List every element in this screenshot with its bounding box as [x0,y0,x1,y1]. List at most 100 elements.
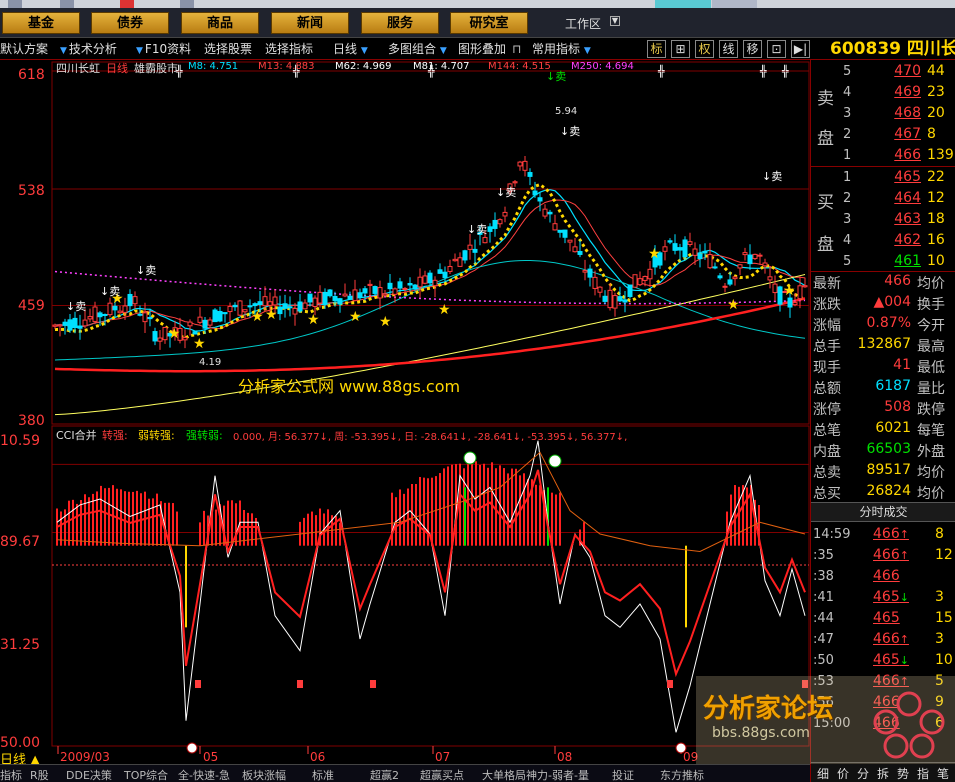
right-tab-3[interactable]: 拆 [877,765,889,782]
f10-menu[interactable]: ▼ F10资料 [136,41,191,57]
candle-body [392,288,398,295]
line-button[interactable]: 线 [719,40,738,58]
nav-service-button[interactable]: 服务 [361,12,439,34]
tech-analysis-menu[interactable]: ▼ 技术分析 [60,41,117,57]
tick-row: :47 466↑ 3 [811,630,955,651]
bottom-tab-11[interactable]: 东方推标 [660,767,704,782]
candle-body [577,251,583,255]
bottom-tab-4[interactable]: 全-快速-急 [178,767,230,782]
play-end-icon[interactable]: ▶| [791,40,810,58]
buy-price: 464 [894,190,921,206]
right-tab-1[interactable]: 价 [837,765,849,782]
app-icon[interactable] [180,0,194,8]
candle-body [732,276,738,280]
bottom-tab-0[interactable]: 指标 [0,767,22,782]
plus-mark: ╬ [759,64,767,78]
bottom-tab-5[interactable]: 板块涨幅 [242,767,286,782]
bottom-tab-3[interactable]: TOP综合 [124,767,168,782]
buy-level-row[interactable]: 3 463 18 [811,210,955,231]
move-button[interactable]: 移 [743,40,762,58]
candle-body [267,301,273,306]
candle-body [347,295,353,300]
workspace-menu[interactable]: 工作区 [565,15,601,32]
window-tab[interactable] [655,0,711,8]
multi-chart-menu[interactable]: 多图组合 ▼ [388,41,449,57]
right-tab-4[interactable]: 势 [897,765,909,782]
bottom-tab-2[interactable]: DDE决策 [66,767,112,782]
select-stock-button[interactable]: 选择股票 [204,41,252,57]
arrow-up-icon: ↑ [899,528,909,541]
stat-value: 26824 [866,483,911,499]
sell-level-row[interactable]: 1 466 139 [811,146,955,167]
bottom-tab-10[interactable]: 投证 [612,767,634,782]
candle-body [597,286,603,293]
common-indicator-menu[interactable]: 常用指标 ▼ [532,41,593,57]
chevron-down-icon[interactable]: ▼ [610,16,620,26]
tick-price: 466↑ [873,631,909,647]
bottom-tab-7[interactable]: 超赢2 [370,767,399,782]
candle-body [512,181,518,184]
candle-body [312,297,318,307]
right-tab-2[interactable]: 分 [857,765,869,782]
right-tab-5[interactable]: 指 [917,765,929,782]
candlesticks[interactable] [52,155,808,350]
ma8-line [54,189,806,332]
watermark-url: bbs.88gs.com [712,725,810,741]
tick-volume: 10 [935,652,953,668]
candle-body [742,252,748,256]
sell-level-row[interactable]: 3 468 20 [811,104,955,125]
candle-body [77,325,83,329]
common-indicator-label: 常用指标 [532,42,581,56]
buy-level-row[interactable]: 4 462 16 [811,231,955,252]
star-icon: ★ [727,297,740,313]
buy-level-row[interactable]: 2 464 12 [811,189,955,210]
candle-body [97,312,103,318]
right-tab-6[interactable]: 笔 [937,765,949,782]
candle-body [522,160,528,171]
rights-button[interactable]: 权 [695,40,714,58]
tick-time: :44 [813,611,834,626]
app-icon[interactable] [8,0,22,8]
lock-icon[interactable]: ⊓ [512,41,521,57]
tick-row: 14:59 466↑ 8 [811,525,955,546]
sell-volume: 139 [927,147,954,163]
right-tab-0[interactable]: 细 [817,765,829,782]
window-icon[interactable]: ⊡ [767,40,786,58]
candle-body [722,285,728,288]
buy-level-row[interactable]: 5 461 10 [811,252,955,273]
kline-period: 日线 [106,62,128,75]
candle-body [702,250,708,254]
stat-label: 总笔 [813,423,841,439]
nav-commodity-button[interactable]: 商品 [181,12,259,34]
bottom-tab-6[interactable]: 标准 [312,767,334,782]
buy-level-row[interactable]: 1 465 22 [811,168,955,189]
nav-news-button[interactable]: 新闻 [271,12,349,34]
bottom-tab-8[interactable]: 超赢买点 [420,767,464,782]
nav-bond-button[interactable]: 债券 [91,12,169,34]
candle-body [517,161,523,167]
sell-level-row[interactable]: 4 469 23 [811,83,955,104]
arrow-up-icon: ↑ [899,633,909,646]
stock-code-title: 600839 四川长 [830,39,955,59]
period-dropdown[interactable]: 日线 ▼ [333,41,370,57]
grid-icon[interactable]: ⊞ [671,40,690,58]
scheme-dropdown[interactable]: 默认方案 [0,41,48,57]
mark-button[interactable]: 标 [647,40,666,58]
top-strip [0,0,955,8]
overlay-menu[interactable]: 图形叠加 [458,41,506,57]
bottom-tab-1[interactable]: R股 [30,767,49,782]
sell-level-row[interactable]: 2 467 8 [811,125,955,146]
candle-body [192,331,198,335]
nav-fund-button[interactable]: 基金 [2,12,80,34]
window-tab[interactable] [712,0,757,8]
app-icon[interactable] [120,0,134,8]
nav-research-button[interactable]: 研究室 [450,12,528,34]
app-icon[interactable] [60,0,74,8]
sell-level-row[interactable]: 5 470 44 [811,62,955,83]
star-icon: ★ [265,307,278,323]
tick-price-value: 465 [873,652,900,668]
bottom-tab-9[interactable]: 大单格局神力-弱者-量 [482,767,589,782]
tick-price: 465 [873,610,900,626]
chart-area[interactable]: ★★★★ ★ ★ ★ ★★★★★↓卖↓卖↓卖↓卖↓卖↓卖↓卖↓卖╬ ╬ ╬ ╬ ╬ ╬ [0,60,810,764]
select-indicator-button[interactable]: 选择指标 [265,41,313,57]
